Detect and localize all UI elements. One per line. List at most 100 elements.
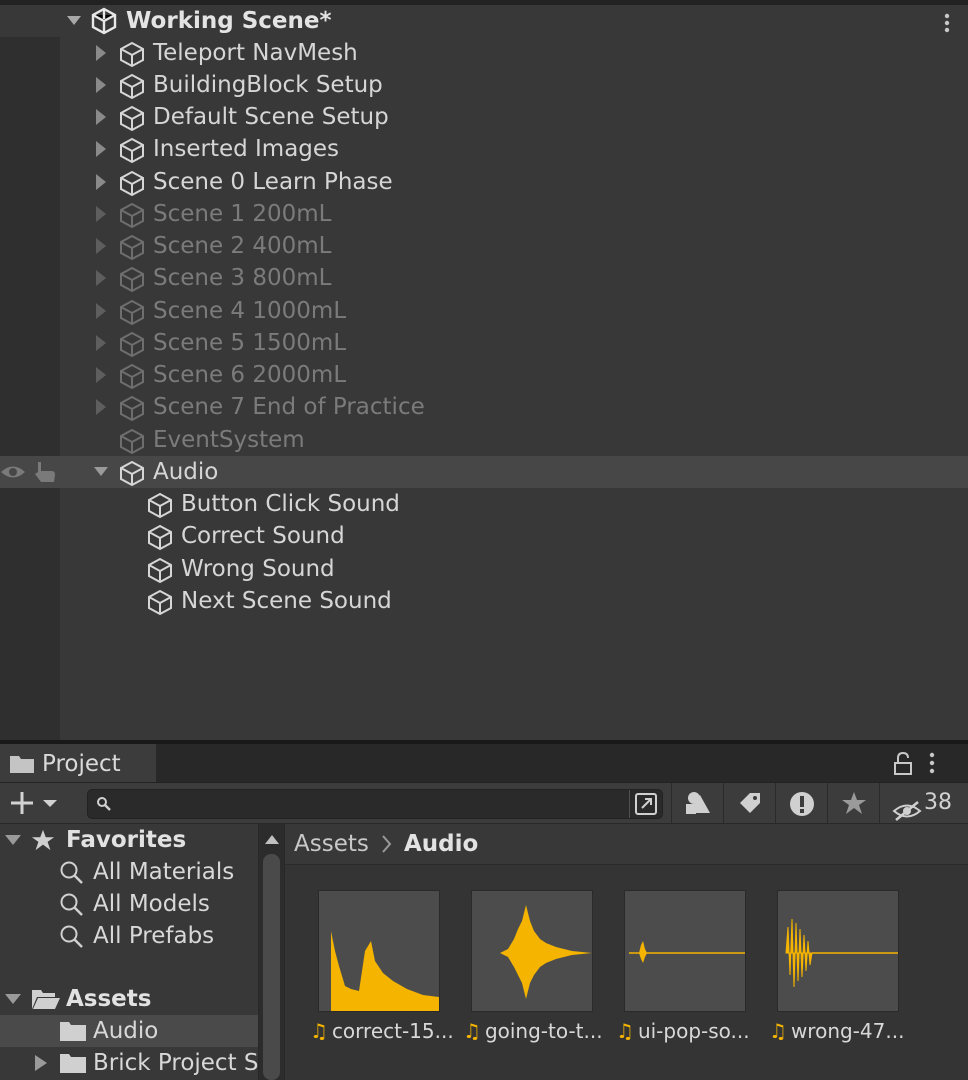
favorites-item[interactable]: All Prefabs xyxy=(0,920,258,952)
console-error-filter-button[interactable] xyxy=(775,783,828,823)
expanded-arrow-icon[interactable] xyxy=(4,989,22,1009)
hidden-count: 38 xyxy=(924,790,952,815)
hierarchy-item-label: Scene 4 1000mL xyxy=(153,298,347,324)
hierarchy-item-inactive[interactable]: Scene 3 800mL xyxy=(0,262,968,294)
hierarchy-item-label: Inserted Images xyxy=(153,136,340,162)
search-by-label-button[interactable] xyxy=(723,783,776,823)
breadcrumb-chevron-icon xyxy=(380,824,394,864)
folder-label: Audio xyxy=(93,1018,159,1044)
expand-arrow-icon[interactable] xyxy=(64,5,84,37)
collapsed-arrow-icon[interactable] xyxy=(92,230,112,262)
hidden-eye-icon xyxy=(892,792,922,822)
tab-project[interactable]: Project xyxy=(0,744,156,784)
hierarchy-item-inactive[interactable]: EventSystem xyxy=(0,424,968,456)
create-menu-button[interactable] xyxy=(8,789,60,817)
collapsed-arrow-icon[interactable] xyxy=(92,359,112,391)
hierarchy-item-label: Scene 2 400mL xyxy=(153,233,332,259)
favorites-item[interactable]: All Materials xyxy=(0,856,258,888)
project-folder-tree: Favorites All Materials All Models All P… xyxy=(0,824,259,1080)
gameobject-cube-icon xyxy=(146,588,174,616)
search-by-type-button[interactable] xyxy=(671,783,724,823)
gameobject-cube-icon xyxy=(118,40,146,68)
hierarchy-item-inactive[interactable]: Scene 5 1500mL xyxy=(0,327,968,359)
hierarchy-item-label: Button Click Sound xyxy=(181,491,400,517)
hierarchy-child-item[interactable]: Wrong Sound xyxy=(0,553,968,585)
hierarchy-item[interactable]: Default Scene Setup xyxy=(0,101,968,133)
hierarchy-child-item[interactable]: Next Scene Sound xyxy=(0,585,968,617)
folder-item[interactable]: Brick Project S xyxy=(0,1047,259,1079)
hierarchy-item-inactive[interactable]: Scene 6 2000mL xyxy=(0,359,968,391)
gameobject-cube-icon xyxy=(118,104,146,132)
collapsed-arrow-icon[interactable] xyxy=(92,262,112,294)
unity-logo-icon xyxy=(90,7,118,35)
collapsed-arrow-icon[interactable] xyxy=(92,166,112,198)
collapsed-arrow-icon[interactable] xyxy=(92,327,112,359)
gameobject-cube-icon xyxy=(118,330,146,358)
hierarchy-child-item[interactable]: Correct Sound xyxy=(0,520,968,552)
hierarchy-item-inactive[interactable]: Scene 1 200mL xyxy=(0,198,968,230)
scene-root-row[interactable]: Working Scene* xyxy=(0,5,968,37)
more-options-icon[interactable] xyxy=(929,752,935,774)
hierarchy-item-inactive[interactable]: Scene 4 1000mL xyxy=(0,295,968,327)
hierarchy-item-label: BuildingBlock Setup xyxy=(153,72,383,98)
folder-label: Brick Project S xyxy=(93,1050,259,1076)
hierarchy-item[interactable]: BuildingBlock Setup xyxy=(0,69,968,101)
collapsed-arrow-icon[interactable] xyxy=(92,37,112,69)
gameobject-cube-icon xyxy=(118,201,146,229)
favorites-item[interactable]: All Models xyxy=(0,888,258,920)
collapsed-arrow-icon[interactable] xyxy=(33,1053,49,1073)
assets-label: Assets xyxy=(66,986,152,1012)
assets-header[interactable]: Assets xyxy=(0,983,258,1015)
search-scope-button[interactable] xyxy=(629,790,662,818)
hierarchy-item-label: Next Scene Sound xyxy=(181,588,392,614)
asset-browser: Assets Audio ♫ correct-15... ♫ going-to-t.… xyxy=(285,824,968,1080)
folder-tree-scrollbar[interactable] xyxy=(259,824,284,1080)
hierarchy-item-label: Scene 6 2000mL xyxy=(153,362,347,388)
hierarchy-item-label: Scene 1 200mL xyxy=(153,201,332,227)
gameobject-cube-icon xyxy=(118,427,146,455)
hierarchy-item-label: Scene 7 End of Practice xyxy=(153,394,425,420)
hierarchy-child-item[interactable]: Button Click Sound xyxy=(0,488,968,520)
folder-item-audio[interactable]: Audio xyxy=(0,1015,258,1047)
scrollbar-thumb[interactable] xyxy=(263,854,280,1080)
hierarchy-item-inactive[interactable]: Scene 2 400mL xyxy=(0,230,968,262)
lock-icon[interactable] xyxy=(893,752,913,776)
hierarchy-item-label: EventSystem xyxy=(153,427,305,453)
collapsed-arrow-icon[interactable] xyxy=(92,101,112,133)
search-input[interactable] xyxy=(87,789,663,819)
asset-name: ♫ correct-15... xyxy=(310,1019,454,1043)
collapsed-arrow-icon[interactable] xyxy=(92,391,112,423)
gameobject-cube-icon xyxy=(118,362,146,390)
breadcrumb-root[interactable]: Assets xyxy=(294,824,369,864)
gameobject-cube-icon xyxy=(146,556,174,584)
favorites-item-label: All Models xyxy=(93,891,210,917)
collapsed-arrow-icon[interactable] xyxy=(92,295,112,327)
scroll-up-icon[interactable] xyxy=(264,833,280,845)
eye-icon[interactable] xyxy=(0,460,26,484)
audio-note-icon: ♫ xyxy=(463,1019,481,1043)
project-toolbar: 38 xyxy=(0,782,968,823)
favorites-star-button[interactable] xyxy=(827,783,880,823)
favorites-item-label: All Materials xyxy=(93,859,235,885)
collapsed-arrow-icon[interactable] xyxy=(92,69,112,101)
collapsed-arrow-icon[interactable] xyxy=(92,198,112,230)
hierarchy-item-label: Correct Sound xyxy=(181,523,345,549)
pointer-hand-icon[interactable] xyxy=(32,459,58,485)
favorites-header[interactable]: Favorites xyxy=(0,824,258,856)
hierarchy-item-label: Default Scene Setup xyxy=(153,104,389,130)
more-options-icon[interactable] xyxy=(944,13,950,33)
hierarchy-item-inactive[interactable]: Scene 7 End of Practice xyxy=(0,391,968,423)
asset-name: ♫ ui-pop-so... xyxy=(616,1019,750,1043)
expanded-arrow-icon[interactable] xyxy=(4,830,22,850)
collapsed-arrow-icon[interactable] xyxy=(92,133,112,165)
gameobject-cube-icon xyxy=(118,459,146,487)
hierarchy-item[interactable]: Inserted Images xyxy=(0,133,968,165)
hierarchy-item-hovered[interactable]: Audio xyxy=(0,456,968,488)
hierarchy-item[interactable]: Scene 0 Learn Phase xyxy=(0,166,968,198)
search-icon xyxy=(96,796,112,812)
expanded-arrow-icon[interactable] xyxy=(92,456,112,488)
hierarchy-item[interactable]: Teleport NavMesh xyxy=(0,37,968,69)
search-icon xyxy=(59,924,85,950)
folder-icon xyxy=(59,1019,87,1043)
hierarchy-item-label: Scene 3 800mL xyxy=(153,265,332,291)
